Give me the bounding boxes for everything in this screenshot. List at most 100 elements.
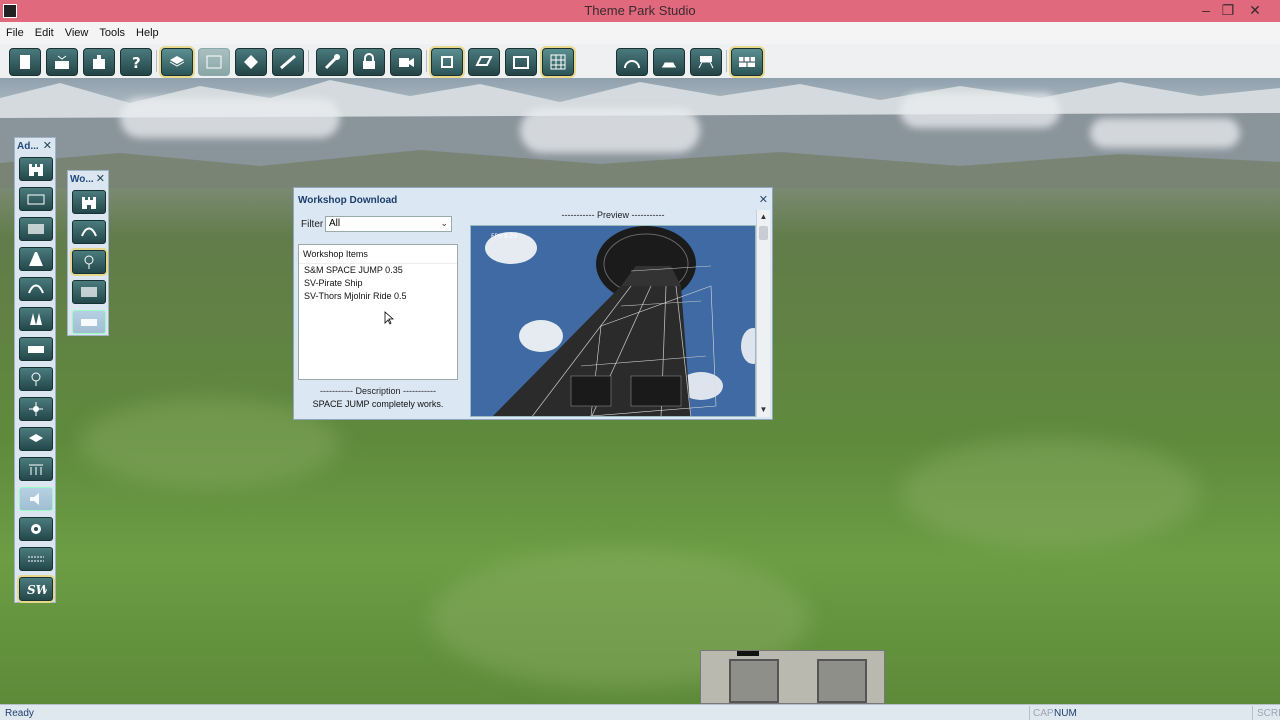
status-text: Ready	[5, 708, 34, 719]
light-tool-button[interactable]	[19, 397, 53, 421]
trees-icon	[30, 313, 42, 325]
water-icon	[28, 556, 44, 562]
workshop-items-list[interactable]: Workshop Items S&M SPACE JUMP 0.35 SV-Pi…	[298, 244, 458, 380]
close-button[interactable]: ✕	[1240, 0, 1270, 20]
block-tool-button[interactable]	[19, 427, 53, 451]
build-mode-button[interactable]	[161, 48, 193, 76]
workshop-download-dialog: Workshop Download ✕ Filter All ⌄ Workshop…	[293, 187, 773, 420]
chevron-down-icon[interactable]: ▼	[757, 405, 770, 414]
menu-file[interactable]: File	[0, 22, 29, 39]
preview-scrollbar[interactable]: ▲ ▼	[756, 210, 770, 417]
gear-icon	[31, 524, 41, 534]
road-tool-button[interactable]	[19, 247, 53, 271]
tools-button[interactable]	[316, 48, 348, 76]
description-text: SPACE JUMP completely works.	[312, 399, 444, 409]
train-tool-button[interactable]	[19, 337, 53, 361]
new-file-button[interactable]	[9, 48, 41, 76]
block-icon	[29, 434, 43, 442]
fps-overlay: FPS 9.20	[491, 233, 517, 240]
grid-toggle-button[interactable]	[542, 48, 574, 76]
menu-tools[interactable]: Tools	[93, 22, 130, 39]
scroll-thumb[interactable]	[759, 226, 768, 240]
coaster-tool-button[interactable]	[19, 277, 53, 301]
ride-icon	[84, 255, 94, 269]
dialog-title: Workshop Download	[298, 195, 398, 206]
plane-icon	[475, 56, 493, 66]
menu-help[interactable]: Help	[130, 22, 164, 39]
map-icon	[81, 287, 97, 297]
preview-header: ----------- Preview -----------	[561, 210, 665, 220]
grid-icon	[206, 55, 222, 69]
restore-button[interactable]: ❐	[1213, 0, 1243, 20]
menu-edit[interactable]: Edit	[29, 22, 59, 39]
map-tool-button[interactable]	[19, 217, 53, 241]
train-icon	[81, 319, 97, 326]
close-icon[interactable]: ✕	[96, 172, 105, 185]
window-icon	[513, 56, 529, 69]
toolbar: ? 10▼	[0, 44, 1280, 114]
grid-icon	[550, 54, 566, 70]
layout-button[interactable]	[198, 48, 230, 76]
map-icon	[28, 224, 44, 234]
list-header: Workshop Items	[299, 249, 457, 264]
select-button[interactable]	[431, 48, 463, 76]
select-icon	[441, 56, 453, 68]
water-tool-button[interactable]	[19, 547, 53, 571]
scenewright-button[interactable]: SW	[19, 577, 53, 601]
station-building[interactable]	[700, 650, 885, 704]
brick-button[interactable]	[731, 48, 763, 76]
workshop-train-button[interactable]	[72, 310, 106, 334]
castle-tool-button[interactable]	[19, 157, 53, 181]
platform-icon	[662, 62, 676, 68]
scroll-lock-indicator: SCRL	[1257, 708, 1280, 719]
preview-image: FPS 9.20	[470, 225, 756, 417]
ride-icon	[31, 372, 41, 386]
help-button[interactable]: ?	[120, 48, 152, 76]
trees-tool-button[interactable]	[19, 307, 53, 331]
sw-logo-icon: SW	[27, 583, 47, 597]
chevron-down-icon: ⌄	[440, 218, 448, 228]
settings-tool-button[interactable]	[19, 517, 53, 541]
ride-tool-button[interactable]	[19, 367, 53, 391]
arch-button[interactable]	[616, 48, 648, 76]
window-button[interactable]	[505, 48, 537, 76]
open-folder-icon	[55, 55, 69, 69]
list-item[interactable]: S&M SPACE JUMP 0.35	[304, 265, 403, 275]
workshop-castle-button[interactable]	[72, 190, 106, 214]
plane-button[interactable]	[468, 48, 500, 76]
terrain-icon	[280, 54, 296, 70]
svg-text:?: ?	[132, 54, 141, 71]
box-icon	[169, 56, 185, 67]
lock-button[interactable]	[353, 48, 385, 76]
workshop-panel-header: Wo... ✕	[70, 172, 105, 185]
workshop-ride-button[interactable]	[72, 250, 106, 274]
workshop-map-button[interactable]	[72, 280, 106, 304]
mouse-cursor-icon	[384, 311, 394, 325]
lock-icon	[363, 53, 375, 69]
filter-select[interactable]: All ⌄	[325, 216, 452, 232]
open-file-button[interactable]	[46, 48, 78, 76]
chevron-up-icon[interactable]: ▲	[757, 212, 770, 221]
save-file-button[interactable]	[83, 48, 115, 76]
close-icon[interactable]: ✕	[43, 139, 52, 152]
arch-icon	[624, 60, 640, 69]
sound-icon	[30, 493, 39, 505]
castle-icon	[82, 197, 96, 209]
grid-tool-button[interactable]	[19, 187, 53, 211]
rotate-button[interactable]	[235, 48, 267, 76]
brick-icon	[739, 57, 755, 67]
fountain-icon	[29, 464, 43, 475]
close-icon[interactable]: ✕	[759, 193, 768, 206]
camera-icon	[399, 58, 414, 67]
platform-button[interactable]	[653, 48, 685, 76]
menu-view[interactable]: View	[59, 22, 94, 39]
list-item[interactable]: SV-Thors Mjolnir Ride 0.5	[304, 291, 407, 301]
terrain-button[interactable]	[272, 48, 304, 76]
workshop-coaster-button[interactable]	[72, 220, 106, 244]
fountain-tool-button[interactable]	[19, 457, 53, 481]
list-item[interactable]: SV-Pirate Ship	[304, 278, 363, 288]
coaster-icon	[81, 227, 97, 237]
station-button[interactable]	[690, 48, 722, 76]
sound-tool-button[interactable]	[19, 487, 53, 511]
camera-button[interactable]	[390, 48, 422, 76]
